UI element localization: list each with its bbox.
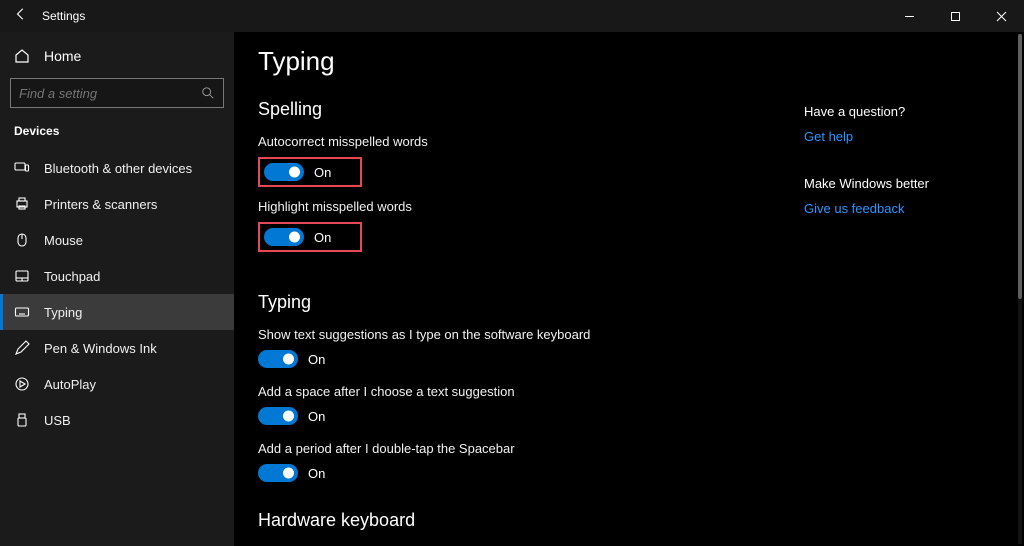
feedback-heading: Make Windows better xyxy=(804,176,1004,191)
content-area: Typing Spelling Autocorrect misspelled w… xyxy=(234,32,1024,546)
nav-label: Mouse xyxy=(44,233,83,248)
nav-label: Printers & scanners xyxy=(44,197,157,212)
addperiod-label: Add a period after I double-tap the Spac… xyxy=(258,441,804,456)
category-label: Devices xyxy=(0,120,234,150)
section-spelling-heading: Spelling xyxy=(258,99,804,120)
suggestions-toggle[interactable] xyxy=(258,350,298,368)
nav-label: Typing xyxy=(44,305,82,320)
addspace-toggle[interactable] xyxy=(258,407,298,425)
addspace-state: On xyxy=(308,409,325,424)
printer-icon xyxy=(14,196,30,212)
scrollbar-thumb[interactable] xyxy=(1018,34,1022,299)
titlebar: Settings xyxy=(0,0,1024,32)
nav-item-pen[interactable]: Pen & Windows Ink xyxy=(0,330,234,366)
highlight-autocorrect: On xyxy=(258,157,362,187)
scrollbar[interactable] xyxy=(1018,34,1022,544)
home-label: Home xyxy=(44,48,81,64)
nav-item-usb[interactable]: USB xyxy=(0,402,234,438)
home-button[interactable]: Home xyxy=(0,42,234,78)
nav-item-typing[interactable]: Typing xyxy=(0,294,234,330)
nav-label: Bluetooth & other devices xyxy=(44,161,192,176)
pen-icon xyxy=(14,340,30,356)
close-button[interactable] xyxy=(978,0,1024,32)
autocorrect-label: Autocorrect misspelled words xyxy=(258,134,804,149)
addspace-label: Add a space after I choose a text sugges… xyxy=(258,384,804,399)
section-hardware-heading: Hardware keyboard xyxy=(258,510,804,531)
nav-item-printers[interactable]: Printers & scanners xyxy=(0,186,234,222)
keyboard-icon xyxy=(14,304,30,320)
sidebar: Home Devices Bluetooth & other devices P… xyxy=(0,32,234,546)
highlight-words-state: On xyxy=(314,230,331,245)
nav-label: Pen & Windows Ink xyxy=(44,341,157,356)
touchpad-icon xyxy=(14,268,30,284)
highlight-highlightwords: On xyxy=(258,222,362,252)
autoplay-icon xyxy=(14,376,30,392)
suggestions-label: Show text suggestions as I type on the s… xyxy=(258,327,804,342)
autocorrect-toggle[interactable] xyxy=(264,163,304,181)
question-heading: Have a question? xyxy=(804,104,1004,119)
search-icon xyxy=(201,86,215,100)
back-button[interactable] xyxy=(14,7,28,26)
right-column: Have a question? Get help Make Windows b… xyxy=(804,46,1004,546)
bluetooth-icon xyxy=(14,160,30,176)
addperiod-toggle[interactable] xyxy=(258,464,298,482)
suggestions-state: On xyxy=(308,352,325,367)
nav-item-touchpad[interactable]: Touchpad xyxy=(0,258,234,294)
highlight-words-label: Highlight misspelled words xyxy=(258,199,804,214)
usb-icon xyxy=(14,412,30,428)
search-box[interactable] xyxy=(10,78,224,108)
section-typing-heading: Typing xyxy=(258,292,804,313)
minimize-button[interactable] xyxy=(886,0,932,32)
autocorrect-state: On xyxy=(314,165,331,180)
nav-item-autoplay[interactable]: AutoPlay xyxy=(0,366,234,402)
page-title: Typing xyxy=(258,46,804,77)
window-title: Settings xyxy=(42,9,85,23)
feedback-link[interactable]: Give us feedback xyxy=(804,201,1004,216)
nav-label: Touchpad xyxy=(44,269,100,284)
addperiod-state: On xyxy=(308,466,325,481)
mouse-icon xyxy=(14,232,30,248)
nav-item-bluetooth[interactable]: Bluetooth & other devices xyxy=(0,150,234,186)
search-input[interactable] xyxy=(19,86,201,101)
get-help-link[interactable]: Get help xyxy=(804,129,1004,144)
nav-label: AutoPlay xyxy=(44,377,96,392)
nav-label: USB xyxy=(44,413,71,428)
maximize-button[interactable] xyxy=(932,0,978,32)
highlight-words-toggle[interactable] xyxy=(264,228,304,246)
nav-item-mouse[interactable]: Mouse xyxy=(0,222,234,258)
